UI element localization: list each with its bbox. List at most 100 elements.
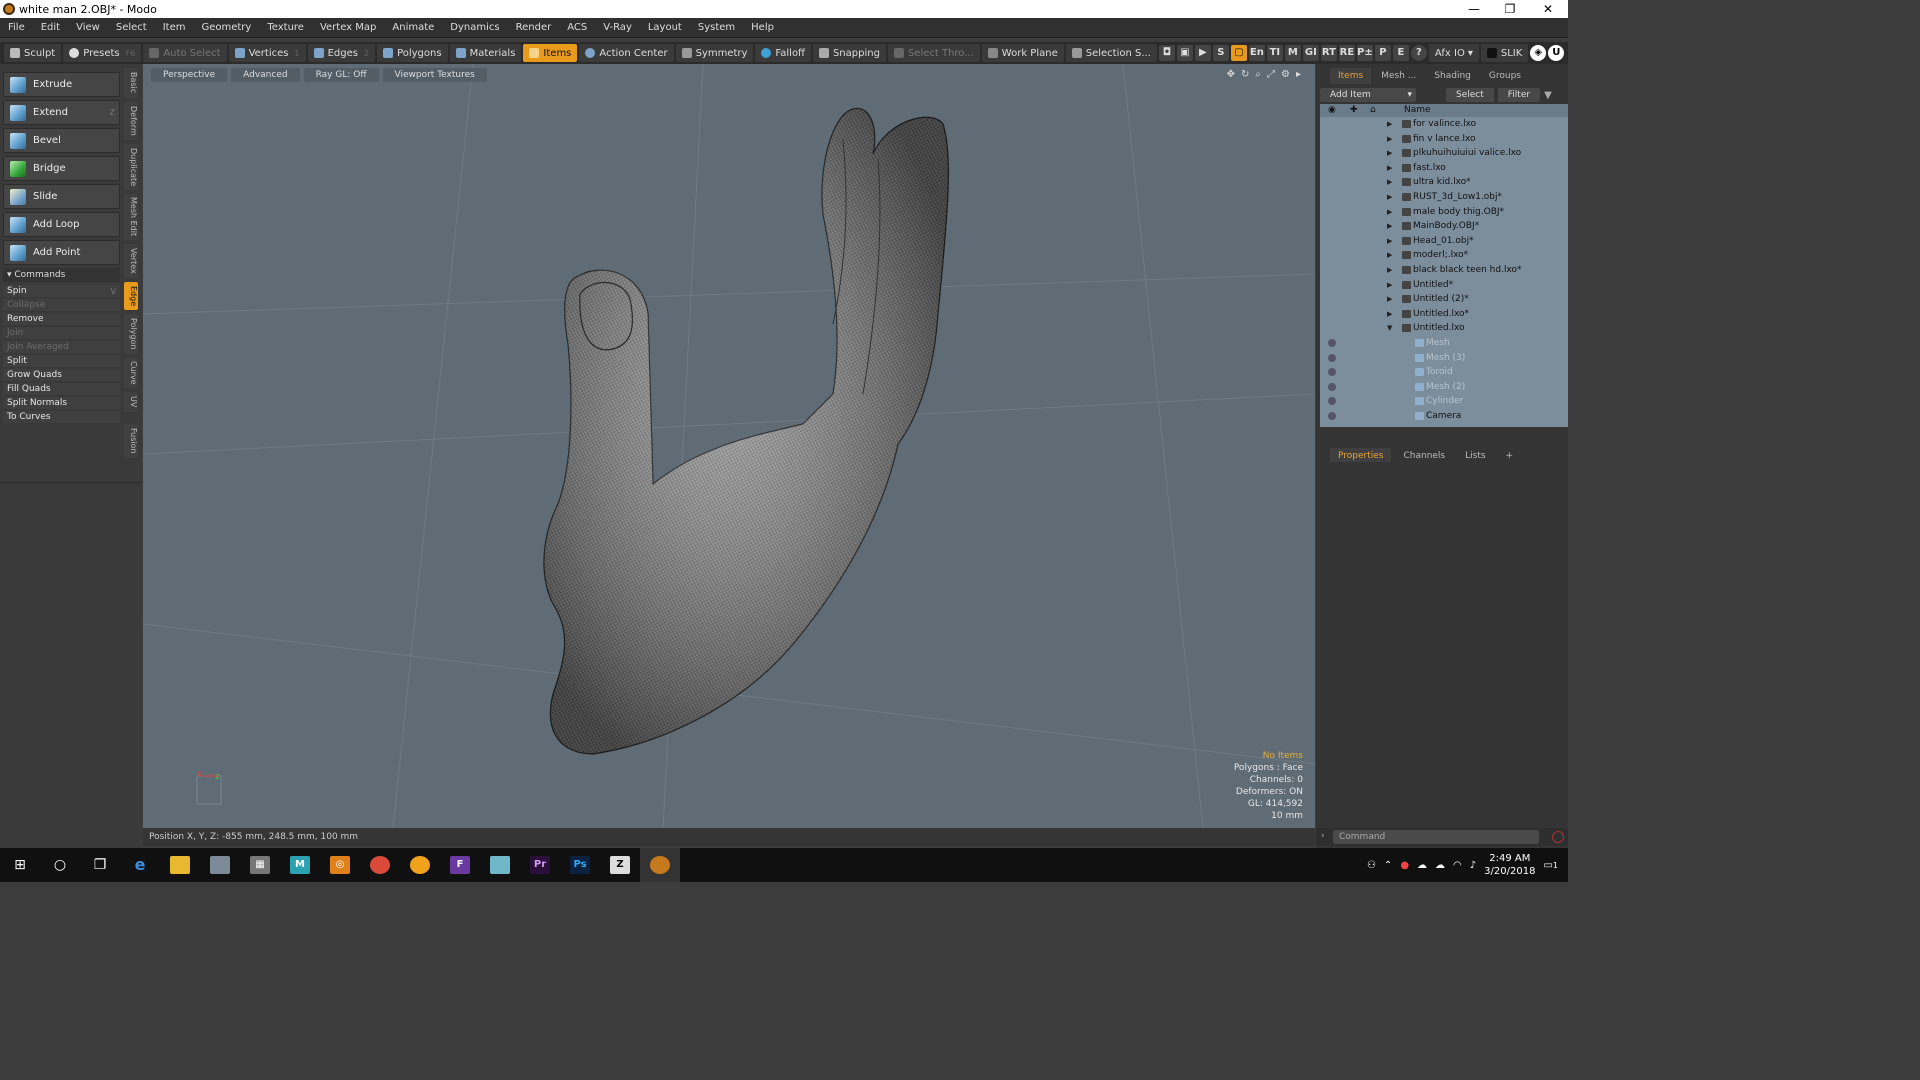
premiere-icon[interactable]: Pr (520, 848, 560, 882)
item-tree-row[interactable]: ▶ Untitled* (1320, 278, 1568, 293)
expand-arrow-icon[interactable]: ▶ (1387, 234, 1392, 248)
zoom-icon[interactable]: ⌕ (1255, 69, 1261, 80)
grow-quads-command[interactable]: Grow Quads (3, 369, 120, 382)
menu-animate[interactable]: Animate (384, 22, 442, 33)
menu-texture[interactable]: Texture (259, 22, 312, 33)
expand-arrow-icon[interactable]: ▼ (1387, 321, 1392, 335)
expand-arrow-icon[interactable]: ▶ (1387, 263, 1392, 277)
tab-edge[interactable]: Edge (124, 282, 138, 310)
tab-duplicate[interactable]: Duplicate (124, 144, 138, 190)
menu-item[interactable]: Item (155, 22, 194, 33)
menu-help[interactable]: Help (743, 22, 782, 33)
render-icon[interactable]: ▣ (1176, 45, 1193, 61)
menu-render[interactable]: Render (508, 22, 560, 33)
add-loop-button[interactable]: Add Loop (3, 212, 120, 237)
expand-arrow-icon[interactable]: ▶ (1387, 248, 1392, 262)
snapping-button[interactable]: Snapping (812, 44, 886, 62)
menu-view[interactable]: View (68, 22, 108, 33)
fruity-loops-icon[interactable] (400, 848, 440, 882)
item-tree-child-row[interactable]: Toroid (1320, 365, 1568, 380)
settings-gear-icon[interactable]: ⚙ (1281, 69, 1290, 80)
advanced-dropdown[interactable]: Advanced (231, 68, 300, 82)
expand-arrow-icon[interactable]: ▶ (1387, 161, 1392, 175)
add-tab-button[interactable]: + (1498, 448, 1522, 462)
expand-arrow-icon[interactable]: ▶ (1387, 117, 1392, 131)
spin-command[interactable]: Spin V (3, 285, 120, 298)
item-tree-row[interactable]: ▶ Head_01.obj* (1320, 234, 1568, 249)
chevron-up-icon[interactable]: ⌃ (1384, 860, 1392, 871)
toggle-en-button[interactable]: En (1248, 45, 1265, 61)
action-center-button[interactable]: Action Center (579, 44, 674, 62)
photoshop-icon[interactable]: Ps (560, 848, 600, 882)
fill-quads-command[interactable]: Fill Quads (3, 383, 120, 396)
menu-acs[interactable]: ACS (559, 22, 595, 33)
visibility-eye-icon[interactable] (1328, 382, 1336, 391)
clock[interactable]: 2:49 AM 3/20/2018 (1484, 852, 1535, 878)
menu-vertex-map[interactable]: Vertex Map (312, 22, 384, 33)
extend-button[interactable]: Extend Z (3, 100, 120, 125)
presets-button[interactable]: Presets F6 (63, 44, 142, 62)
fit-icon[interactable]: ⤢ (1267, 69, 1275, 80)
edge-browser-icon[interactable]: e (120, 848, 160, 882)
visibility-eye-icon[interactable] (1328, 412, 1336, 420)
split-command[interactable]: Split (3, 355, 120, 368)
item-tree-row[interactable]: ▶ RUST_3d_Low1.obj* (1320, 190, 1568, 205)
hand-mesh[interactable] (543, 107, 950, 755)
unreal-icon[interactable]: U (1548, 45, 1565, 61)
perspective-dropdown[interactable]: Perspective (151, 68, 228, 82)
selection-sets-button[interactable]: Selection S... (1065, 44, 1157, 62)
visibility-eye-icon[interactable] (1328, 353, 1336, 362)
filter-button[interactable]: Filter (1497, 88, 1541, 102)
expand-arrow-icon[interactable]: ▶ (1387, 190, 1392, 204)
tab-deform[interactable]: Deform (124, 102, 138, 140)
remove-command[interactable]: Remove (3, 313, 120, 326)
edges-mode-button[interactable]: Edges 2 (307, 44, 376, 62)
tab-mesh-edit[interactable]: Mesh Edit (124, 194, 138, 240)
onedrive-icon[interactable]: ☁ (1417, 860, 1427, 871)
pan-icon[interactable]: ✥ (1227, 69, 1235, 80)
visibility-eye-icon[interactable] (1328, 339, 1336, 347)
expand-arrow-icon[interactable]: ▶ (1387, 307, 1392, 321)
notifications-icon[interactable]: ▭1 (1543, 860, 1558, 871)
tab-items[interactable]: Items (1330, 68, 1372, 84)
toggle-s-button[interactable]: S (1212, 45, 1229, 61)
play-icon[interactable]: ▶ (1194, 45, 1211, 61)
add-point-button[interactable]: Add Point (3, 240, 120, 265)
toggle-p-button[interactable]: P (1374, 45, 1391, 61)
people-icon[interactable]: ⚇ (1367, 860, 1376, 871)
unity-icon[interactable]: ◈ (1530, 45, 1547, 61)
items-mode-button[interactable]: Items (523, 44, 578, 62)
tab-curve[interactable]: Curve (124, 358, 138, 388)
viewport-textures-dropdown[interactable]: Viewport Textures (382, 68, 487, 82)
expand-arrow-icon[interactable]: ▶ (1387, 219, 1392, 233)
sculpt-button[interactable]: Sculpt (4, 44, 62, 62)
work-plane-button[interactable]: Work Plane (981, 44, 1064, 62)
3d-viewport[interactable]: x z Perspective Advanced Ray GL: Off Vie… (143, 64, 1315, 828)
item-tree-row[interactable]: ▶ MainBody.OBJ* (1320, 219, 1568, 234)
item-tree-row[interactable]: ▼ Untitled.lxo (1320, 321, 1568, 336)
item-tree-row[interactable]: ▶ fast.lxo (1320, 161, 1568, 176)
afx-io-dropdown[interactable]: Afx IO ▾ (1428, 44, 1479, 62)
menu-layout[interactable]: Layout (640, 22, 690, 33)
toggle-rt-button[interactable]: RT (1320, 45, 1337, 61)
bridge-button[interactable]: Bridge (3, 156, 120, 181)
tab-basic[interactable]: Basic (124, 68, 138, 98)
to-curves-command[interactable]: To Curves (3, 411, 120, 424)
item-tree-child-row[interactable]: Camera (1320, 409, 1568, 424)
tab-shading[interactable]: Shading (1426, 68, 1479, 84)
add-item-dropdown[interactable]: Add Item ▾ (1320, 88, 1416, 102)
item-tree-row[interactable]: ▶ Untitled.lxo* (1320, 307, 1568, 322)
item-tree-row[interactable]: ▶ black black teen hd.lxo* (1320, 263, 1568, 278)
bevel-button[interactable]: Bevel (3, 128, 120, 153)
commands-header[interactable]: ▾ Commands (3, 268, 120, 282)
falloff-button[interactable]: Falloff (755, 44, 811, 62)
item-tree-child-row[interactable]: Mesh (3) (1320, 351, 1568, 366)
app-purple-f-icon[interactable]: F (440, 848, 480, 882)
tab-lists[interactable]: Lists (1457, 448, 1493, 462)
calculator-icon[interactable]: ▦ (240, 848, 280, 882)
item-tree-row[interactable]: ▶ fin v lance.lxo (1320, 132, 1568, 147)
menu-file[interactable]: File (0, 22, 33, 33)
tab-fusion[interactable]: Fusion (124, 424, 138, 458)
tab-uv[interactable]: UV (124, 392, 138, 412)
item-tree-row[interactable]: ▶ plkuhuihuiuiui valice.lxo (1320, 146, 1568, 161)
